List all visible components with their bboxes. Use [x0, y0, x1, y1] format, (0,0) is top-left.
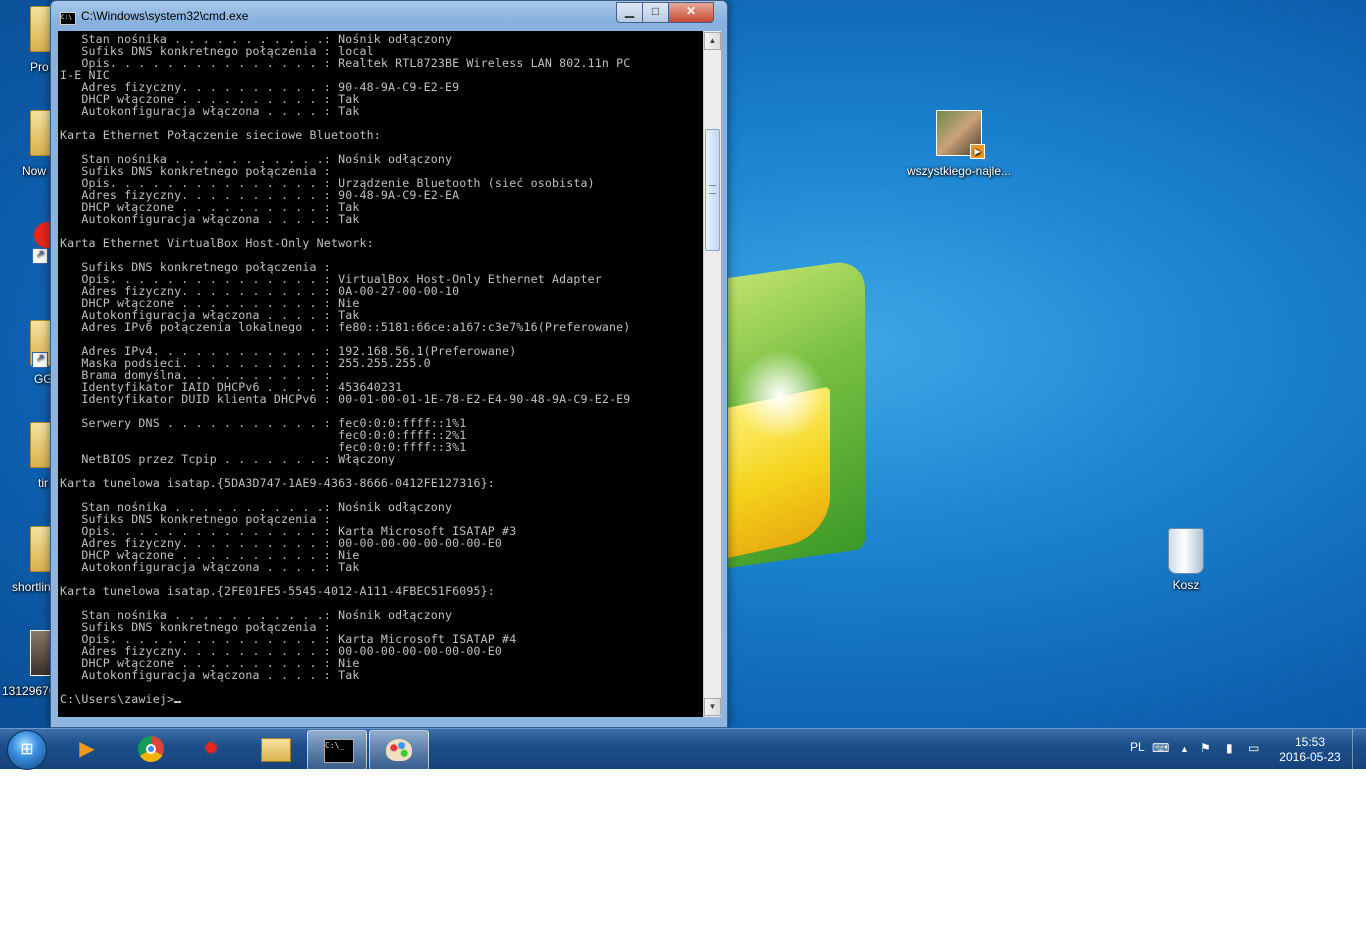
title-bar[interactable]: C:\ C:\Windows\system32\cmd.exe ▁ □ ✕: [51, 1, 727, 29]
desktop-icon-label: shortlin: [12, 580, 51, 594]
keyboard-icon[interactable]: ⌨: [1152, 741, 1169, 755]
taskbar-media-player[interactable]: ▶: [58, 730, 116, 768]
shortcut-arrow-icon: ↗: [32, 352, 48, 368]
paint-icon: [386, 737, 412, 763]
shortcut-arrow-icon: ↗: [32, 248, 48, 264]
windows-logo-icon: ⊞: [20, 741, 34, 758]
media-player-icon: ▶: [79, 738, 95, 760]
desktop-icon-label: wszystkiego-najle...: [906, 164, 1012, 178]
clock[interactable]: 15:53 2016-05-23: [1270, 735, 1350, 765]
window-title: C:\Windows\system32\cmd.exe: [81, 9, 249, 23]
chrome-icon: [138, 736, 164, 762]
text-cursor: [174, 701, 182, 703]
language-indicator[interactable]: PL: [1130, 740, 1145, 754]
cmd-icon: C:\: [60, 12, 76, 25]
grip-icon: [709, 185, 716, 194]
show-hidden-icons-icon[interactable]: ▲: [1180, 744, 1189, 754]
action-center-flag-icon[interactable]: ⚑: [1200, 741, 1211, 755]
taskbar-explorer[interactable]: [245, 730, 303, 768]
explorer-icon: [261, 736, 291, 762]
close-button[interactable]: ✕: [668, 2, 714, 23]
scroll-thumb[interactable]: [705, 129, 720, 251]
desktop-icon-label: Kosz: [1172, 578, 1200, 592]
desktop-icon-label: Pro: [30, 60, 49, 74]
scroll-down-button[interactable]: ▼: [704, 698, 721, 716]
start-button[interactable]: ⊞: [7, 730, 47, 770]
cmd-icon: C:\_: [324, 737, 354, 763]
taskbar: ⊞ ▶ ✹ C:\_ PL ⌨ ▲ ⚑ ▮ ▭ 15:53 2016-05-23: [0, 728, 1366, 770]
vertical-scrollbar[interactable]: ▲ ▼: [703, 31, 721, 717]
maximize-button[interactable]: □: [642, 2, 669, 23]
console-text: Stan nośnika . . . . . . . . . . .: Nośn…: [60, 32, 631, 706]
taskbar-cmd[interactable]: C:\_: [307, 730, 367, 770]
play-overlay-icon: ▶: [970, 144, 985, 159]
scroll-up-button[interactable]: ▲: [704, 32, 721, 50]
minimize-button[interactable]: ▁: [616, 2, 643, 23]
recycle-bin-icon: [1168, 528, 1204, 574]
battery-icon[interactable]: ▮: [1226, 741, 1233, 755]
clock-date: 2016-05-23: [1279, 750, 1341, 764]
network-icon[interactable]: ▭: [1248, 741, 1259, 755]
sun-app-icon: ✹: [202, 738, 220, 760]
console-output[interactable]: Stan nośnika . . . . . . . . . . .: Nośn…: [58, 31, 703, 717]
windows-logo-glow: [735, 350, 825, 440]
taskbar-paint[interactable]: [369, 730, 429, 770]
clock-time: 15:53: [1294, 735, 1326, 749]
taskbar-sun-app[interactable]: ✹: [182, 730, 240, 768]
taskbar-chrome[interactable]: [122, 730, 180, 768]
system-tray: PL ⌨ ▲ ⚑ ▮ ▭ 15:53 2016-05-23: [1120, 729, 1366, 769]
desktop-icon-label: Now: [22, 164, 47, 178]
desktop-icon-label: tir: [38, 476, 48, 490]
desktop-icon-label: 13129676: [2, 684, 56, 698]
cmd-window[interactable]: C:\ C:\Windows\system32\cmd.exe ▁ □ ✕ St…: [50, 0, 728, 728]
show-desktop-button[interactable]: [1352, 729, 1366, 769]
